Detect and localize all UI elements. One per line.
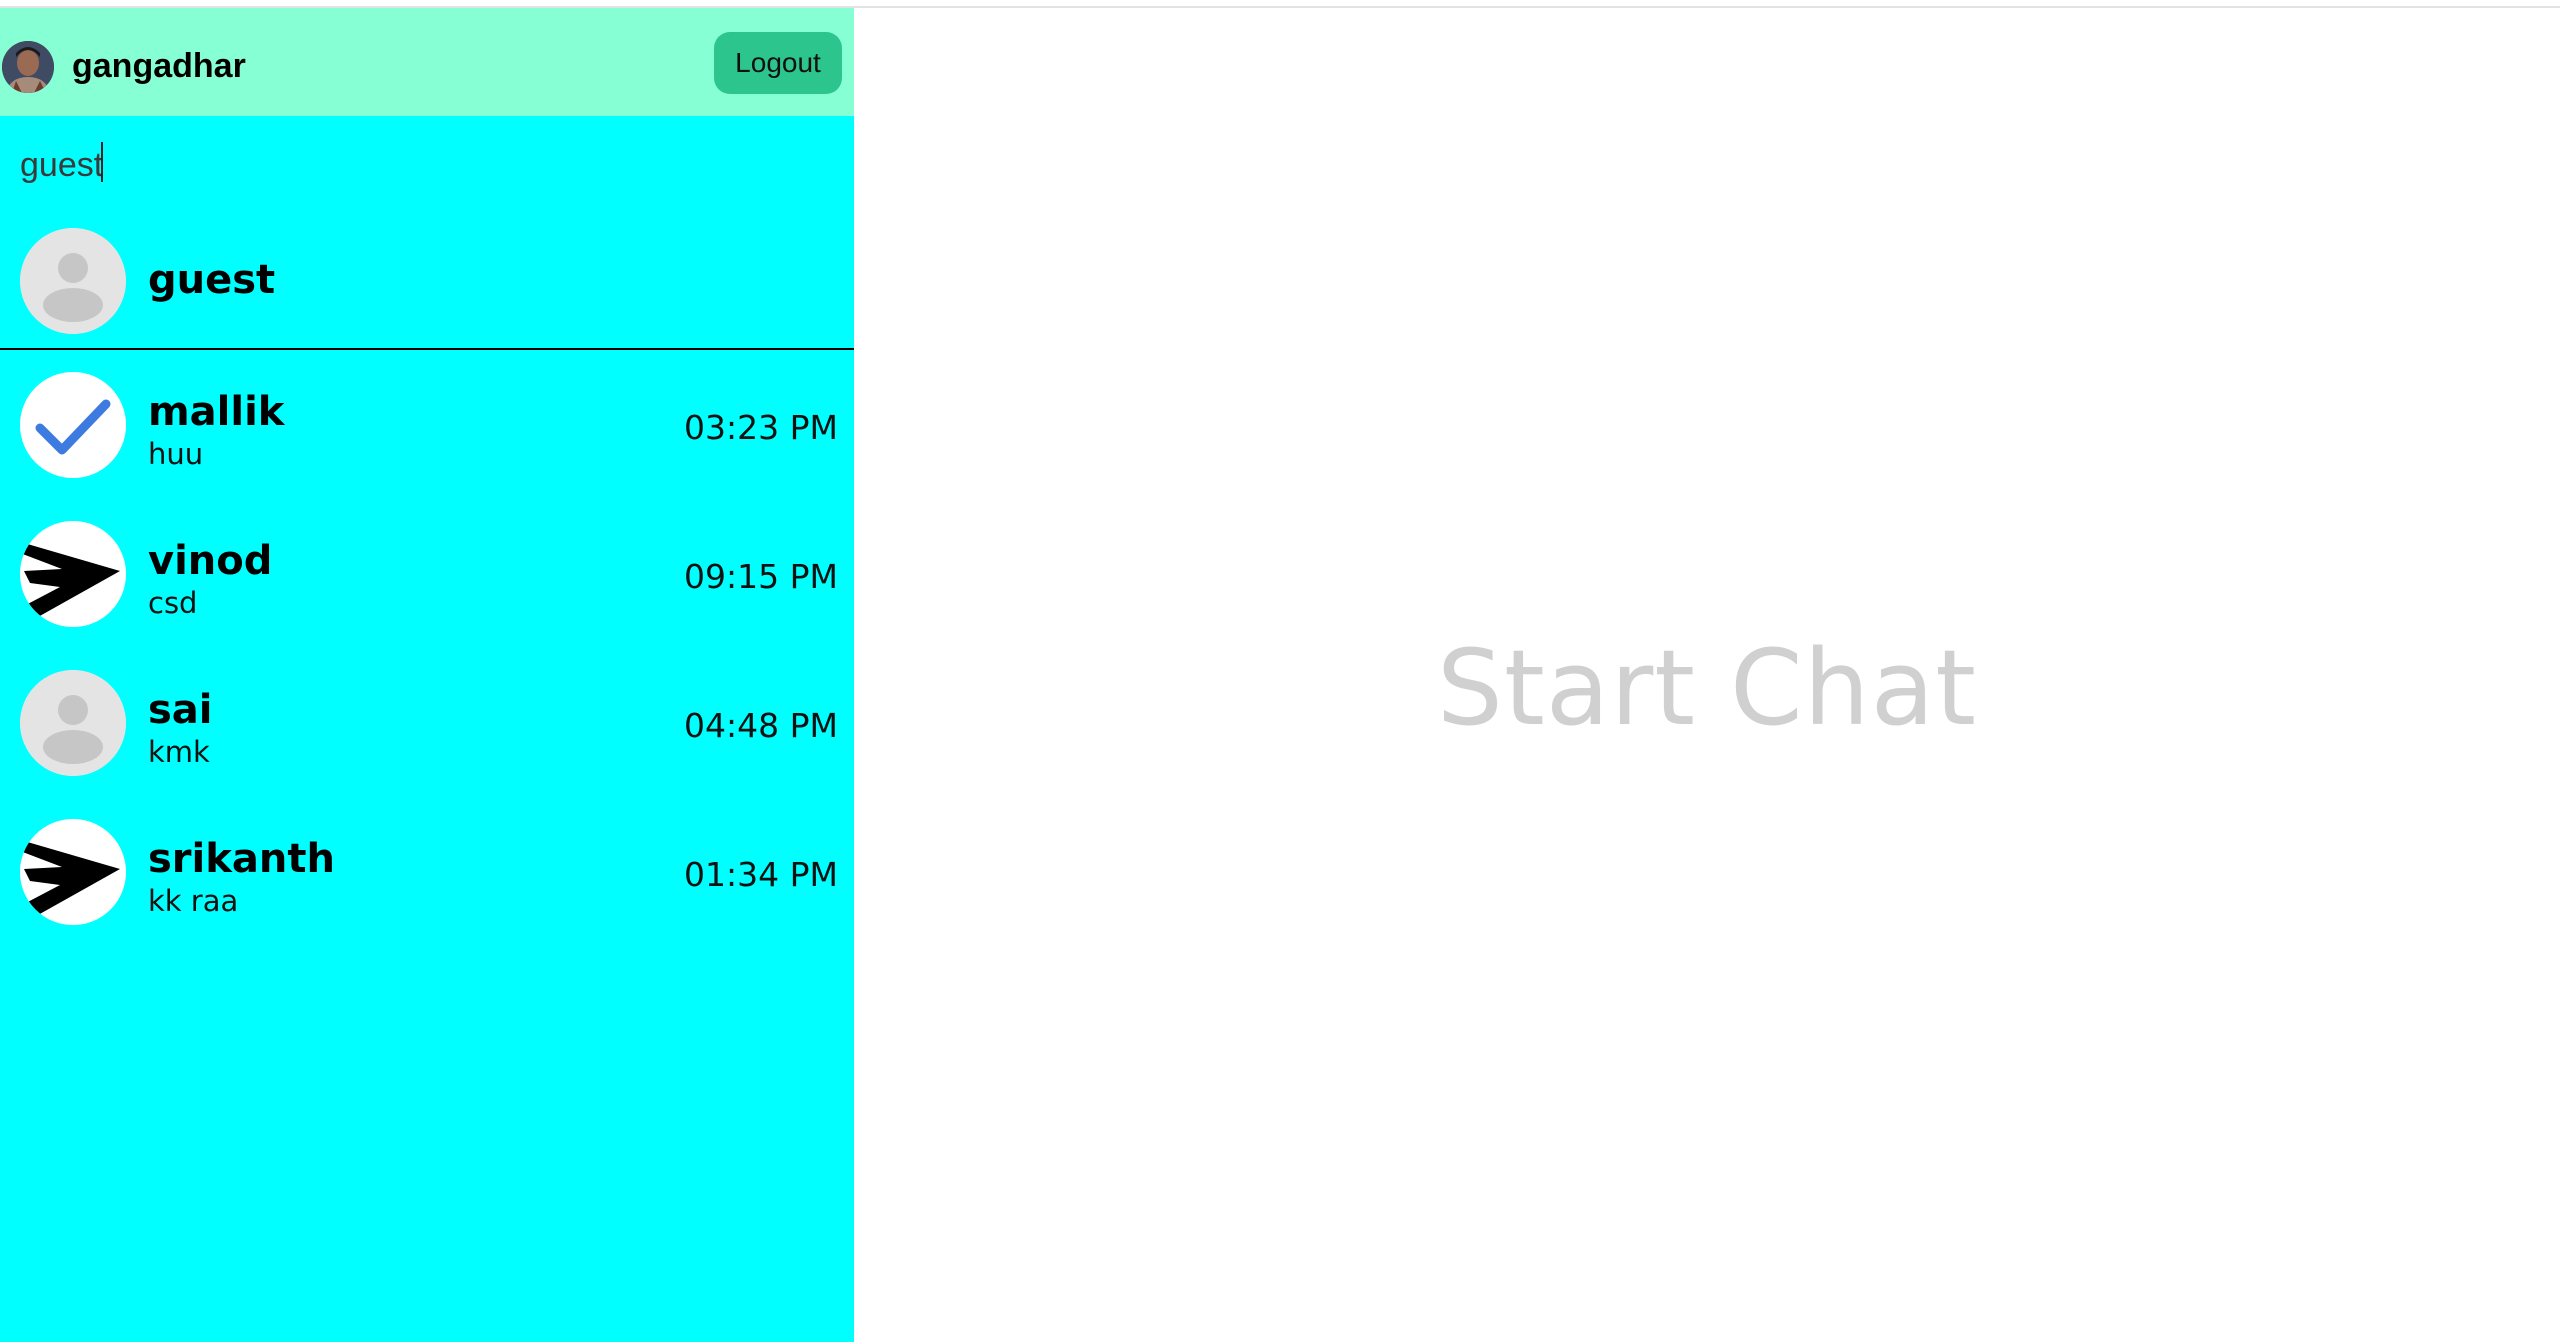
search-result-name: guest (148, 257, 276, 303)
chat-list-item-sai[interactable]: sai kmk 04:48 PM (0, 654, 854, 802)
chat-last-message: kmk (148, 735, 210, 769)
chat-name: srikanth (148, 836, 335, 882)
user-search-input[interactable] (12, 130, 832, 200)
logout-button[interactable]: Logout (714, 32, 842, 94)
chat-time: 04:48 PM (684, 706, 838, 745)
profile-photo-icon (2, 41, 54, 93)
chat-time: 09:15 PM (684, 557, 838, 596)
arrow-icon (20, 521, 126, 627)
chat-last-message: kk raa (148, 884, 239, 918)
chat-list-item-srikanth[interactable]: srikanth kk raa 01:34 PM (0, 803, 854, 951)
chat-name: sai (148, 687, 213, 733)
arrow-icon (20, 819, 126, 925)
sidebar: gangadhar Logout guest mallik huu 03:23 … (0, 8, 854, 1342)
chat-list-item-mallik[interactable]: mallik huu 03:23 PM (0, 356, 854, 504)
chat-last-message: csd (148, 586, 198, 620)
start-chat-placeholder: Start Chat (1436, 627, 1978, 749)
text-caret (101, 142, 103, 182)
default-user-icon (20, 228, 126, 334)
current-user-avatar[interactable] (2, 41, 54, 93)
sidebar-header: gangadhar Logout (0, 8, 854, 116)
search-result-item[interactable]: guest (0, 214, 854, 350)
current-username: gangadhar (72, 47, 246, 85)
chat-name: vinod (148, 538, 273, 584)
chat-time: 01:34 PM (684, 855, 838, 894)
checkmark-icon (20, 372, 126, 478)
chat-last-message: huu (148, 437, 204, 471)
default-user-icon (20, 670, 126, 776)
chat-main-panel: Start Chat (854, 8, 2560, 1342)
window-top-border (0, 0, 2560, 8)
chat-name: mallik (148, 389, 285, 435)
chat-list-item-vinod[interactable]: vinod csd 09:15 PM (0, 505, 854, 653)
chat-time: 03:23 PM (684, 408, 838, 447)
